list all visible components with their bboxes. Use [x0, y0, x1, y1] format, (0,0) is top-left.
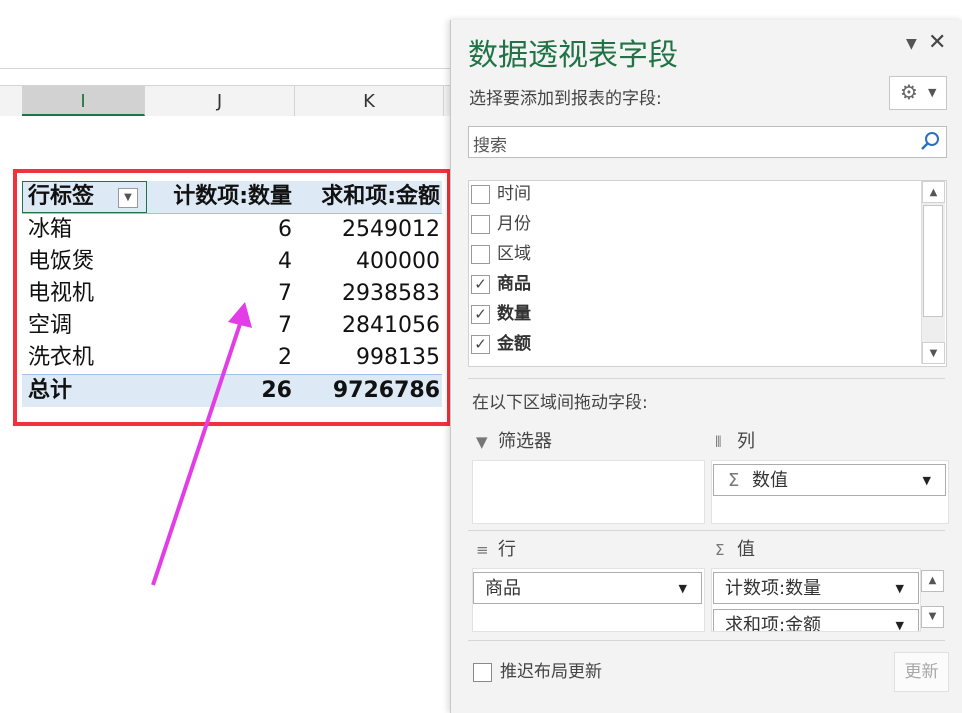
- sum-value: 2549012: [342, 217, 440, 242]
- drag-fields-label: 在以下区域间拖动字段:: [472, 393, 648, 413]
- search-input[interactable]: 搜索: [468, 126, 947, 158]
- sigma-icon: Σ: [715, 541, 725, 559]
- column-header-j[interactable]: J: [145, 86, 295, 116]
- chevron-down-icon: ▼: [928, 86, 937, 99]
- values-scrollbar[interactable]: ▲ ▼: [921, 570, 944, 628]
- search-icon[interactable]: [918, 129, 942, 153]
- scroll-down-icon[interactable]: ▼: [922, 342, 945, 364]
- column-header-row: I J K: [0, 85, 450, 117]
- row-filter-dropdown-icon[interactable]: ▼: [118, 188, 138, 208]
- field-label: 商品: [497, 274, 531, 294]
- gear-icon: ⚙: [900, 80, 918, 104]
- columns-label: 列: [737, 431, 755, 452]
- field-label: 金额: [497, 334, 531, 354]
- choose-fields-label: 选择要添加到报表的字段:: [469, 89, 662, 109]
- row-label: 冰箱: [28, 217, 73, 242]
- pane-title: 数据透视表字段: [468, 38, 678, 73]
- table-row[interactable]: 电视机 7 2938583: [22, 278, 442, 310]
- divider: [468, 378, 945, 379]
- values-label: 值: [737, 539, 755, 560]
- count-value: 4: [278, 249, 292, 274]
- columns-icon: ⦀: [715, 433, 722, 451]
- rows-icon: ≡: [476, 541, 489, 559]
- columns-area-header: ⦀ 列: [715, 430, 755, 454]
- count-value: 7: [278, 281, 292, 306]
- table-row[interactable]: 洗衣机 2 998135: [22, 342, 442, 374]
- filter-icon: ▼: [476, 433, 488, 451]
- filters-label: 筛选器: [498, 431, 552, 452]
- field-label: 数量: [497, 304, 531, 324]
- values-field-pill[interactable]: 计数项:数量 ▼: [713, 572, 919, 604]
- column-header-i[interactable]: I: [22, 86, 145, 116]
- update-button[interactable]: 更新: [894, 652, 949, 692]
- count-value: 2: [278, 345, 292, 370]
- divider: [468, 530, 945, 531]
- pill-label: 商品: [485, 578, 521, 599]
- sum-header[interactable]: 求和项:金额: [321, 181, 440, 213]
- rows-field-pill[interactable]: 商品 ▼: [473, 572, 702, 604]
- pivot-fields-pane[interactable]: 数据透视表字段 ▼ ✕ 选择要添加到报表的字段: ⚙ ▼ 搜索 时间 月份 区域…: [450, 20, 962, 713]
- checkbox[interactable]: [473, 663, 492, 682]
- pivot-header-row: 行标签 ▼ 计数项:数量 求和项:金额: [22, 181, 442, 214]
- pivot-table[interactable]: 行标签 ▼ 计数项:数量 求和项:金额 冰箱 6 2549012 电饭煲 4 4…: [22, 181, 442, 407]
- count-header[interactable]: 计数项:数量: [173, 181, 292, 213]
- checkbox-checked[interactable]: ✓: [471, 305, 490, 324]
- scroll-down-icon[interactable]: ▼: [921, 606, 944, 628]
- values-area-header: Σ值: [715, 538, 755, 562]
- field-list-scrollbar[interactable]: ▲ ▼: [921, 181, 945, 364]
- pane-options-dropdown-icon[interactable]: ▼: [906, 36, 920, 52]
- total-label: 总计: [28, 378, 73, 403]
- row-label: 洗衣机: [28, 345, 95, 370]
- sum-value: 998135: [356, 345, 440, 370]
- field-label: 时间: [497, 184, 531, 204]
- total-sum: 9726786: [332, 378, 440, 403]
- chevron-down-icon[interactable]: ▼: [896, 573, 904, 605]
- rows-area-header: ≡ 行: [476, 538, 516, 562]
- row-label: 电视机: [28, 281, 95, 306]
- scroll-thumb[interactable]: [923, 205, 943, 317]
- pill-label: 求和项:金额: [725, 615, 822, 632]
- field-list[interactable]: 时间 月份 区域 ✓ 商品 ✓ 数量 ✓ 金额 ▲ ▼: [468, 180, 947, 367]
- columns-field-pill[interactable]: Σ 数值 ▼: [713, 464, 946, 496]
- field-label: 月份: [497, 214, 531, 234]
- pill-label: 计数项:数量: [725, 578, 822, 599]
- close-icon[interactable]: ✕: [928, 30, 946, 55]
- checkbox[interactable]: [471, 245, 490, 264]
- scroll-up-icon[interactable]: ▲: [922, 181, 945, 203]
- row-label: 空调: [28, 313, 73, 338]
- defer-label: 推迟布局更新: [500, 662, 602, 682]
- filters-area-header: ▼ 筛选器: [476, 430, 552, 454]
- row-labels-header[interactable]: 行标签: [28, 181, 94, 213]
- filters-drop-area[interactable]: [472, 460, 705, 524]
- count-value: 7: [278, 313, 292, 338]
- rows-label: 行: [498, 539, 516, 560]
- pivot-total-row[interactable]: 总计 26 9726786: [22, 374, 442, 407]
- row-label: 电饭煲: [28, 249, 95, 274]
- table-row[interactable]: 电饭煲 4 400000: [22, 246, 442, 278]
- total-count: 26: [261, 378, 292, 403]
- table-row[interactable]: 冰箱 6 2549012: [22, 214, 442, 246]
- checkbox-checked[interactable]: ✓: [471, 335, 490, 354]
- divider: [468, 640, 945, 641]
- checkbox[interactable]: [471, 185, 490, 204]
- sum-value: 400000: [356, 249, 440, 274]
- pill-label: 数值: [752, 470, 788, 491]
- sum-value: 2841056: [342, 313, 440, 338]
- values-drop-area[interactable]: 计数项:数量 ▼ 求和项:金额 ▼: [711, 568, 921, 632]
- checkbox[interactable]: [471, 215, 490, 234]
- chevron-down-icon[interactable]: ▼: [896, 610, 904, 631]
- field-label: 区域: [497, 244, 531, 264]
- sigma-icon: Σ: [728, 470, 740, 491]
- settings-button[interactable]: ⚙ ▼: [889, 76, 947, 110]
- column-header-k[interactable]: K: [295, 86, 444, 116]
- table-row[interactable]: 空调 7 2841056: [22, 310, 442, 342]
- count-value: 6: [278, 217, 292, 242]
- checkbox-checked[interactable]: ✓: [471, 275, 490, 294]
- values-field-pill[interactable]: 求和项:金额 ▼: [713, 609, 919, 632]
- search-placeholder: 搜索: [473, 136, 507, 156]
- chevron-down-icon[interactable]: ▼: [923, 465, 931, 497]
- sum-value: 2938583: [342, 281, 440, 306]
- scroll-up-icon[interactable]: ▲: [921, 570, 944, 592]
- chevron-down-icon[interactable]: ▼: [679, 573, 687, 605]
